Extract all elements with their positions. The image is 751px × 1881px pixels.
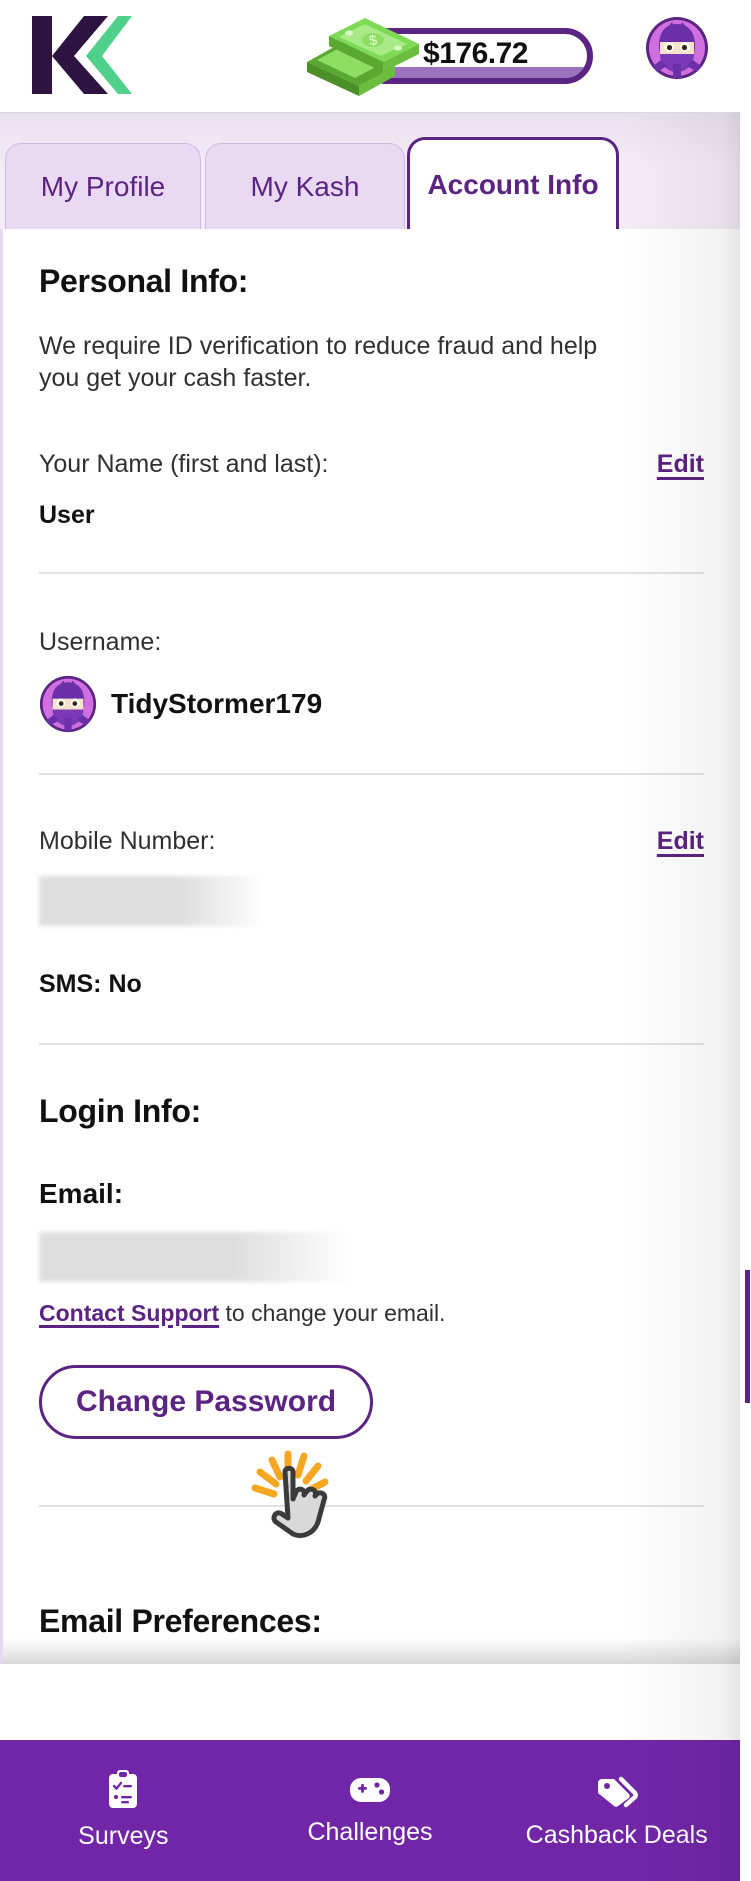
tab-my-kash[interactable]: My Kash (205, 143, 405, 229)
nav-item-challenges[interactable]: Challenges (247, 1774, 494, 1847)
edit-name-link[interactable]: Edit (657, 450, 704, 479)
avatar[interactable] (645, 16, 709, 80)
mobile-number-redacted-value (39, 876, 265, 926)
change-password-wrap: Change Password (39, 1365, 704, 1439)
tab-my-kash-label: My Kash (250, 170, 360, 202)
bottom-navigation: Surveys Challenges Cashback Deals (0, 1740, 740, 1881)
personal-info-heading: Personal Info: (39, 263, 249, 299)
ninja-avatar-icon (646, 17, 708, 79)
contact-support-link[interactable]: Contact Support (39, 1300, 219, 1326)
username-field-row: TidyStormer179 (39, 675, 704, 733)
tab-bar: My Profile My Kash Account Info (0, 113, 740, 229)
email-redacted-value (39, 1232, 351, 1282)
name-field-label: Your Name (first and last): (39, 450, 329, 478)
edit-mobile-link[interactable]: Edit (657, 827, 704, 856)
email-preferences-heading: Email Preferences: (39, 1603, 322, 1639)
scrollbar-thumb[interactable] (745, 1270, 750, 1403)
name-field-row: Your Name (first and last): Edit (39, 450, 704, 479)
nav-item-challenges-label: Challenges (307, 1818, 433, 1846)
kashkick-logo-icon (32, 16, 132, 94)
balance-display[interactable]: $176.72 $ (303, 16, 593, 96)
app-header: $176.72 $ (0, 0, 740, 113)
game-controller-icon (350, 1778, 390, 1802)
personal-info-section: Personal Info: We require ID verificatio… (3, 229, 740, 530)
cash-stack-icon: $ (307, 18, 419, 96)
price-tags-icon (597, 1776, 638, 1808)
email-field-label: Email: (39, 1178, 124, 1209)
name-field-value: User (39, 501, 95, 529)
nav-item-surveys-label: Surveys (78, 1822, 169, 1850)
mobile-field-label: Mobile Number: (39, 827, 216, 855)
username-section: Username: TidyStormer179 (3, 574, 740, 733)
nav-item-surveys[interactable]: Surveys (0, 1770, 247, 1851)
login-info-section: Login Info: Email: Contact Support to ch… (3, 1045, 740, 1439)
email-preferences-section: Email Preferences: (3, 1507, 740, 1640)
contact-support-rest: to change your email. (219, 1300, 446, 1326)
account-info-panel: Personal Info: We require ID verificatio… (0, 229, 740, 1664)
username-field-value: TidyStormer179 (111, 688, 323, 719)
mobile-field-row: Mobile Number: Edit (39, 827, 704, 856)
contact-support-line: Contact Support to change your email. (39, 1300, 704, 1327)
tab-my-profile-label: My Profile (40, 170, 166, 202)
login-info-heading: Login Info: (39, 1093, 201, 1129)
kashkick-logo[interactable] (26, 14, 136, 96)
change-password-button[interactable]: Change Password (39, 1365, 374, 1439)
personal-info-blurb: We require ID verification to reduce fra… (39, 332, 598, 392)
clipboard-checklist-icon (109, 1770, 138, 1808)
scrollbar-track[interactable] (745, 113, 751, 1881)
tab-account-info-label: Account Info (427, 168, 599, 200)
username-field-label: Username: (39, 628, 162, 656)
app-root: $176.72 $ My Profile My Kash Account Inf… (0, 0, 751, 1881)
balance-amount: $176.72 (423, 36, 528, 70)
mobile-section: Mobile Number: Edit SMS: No (3, 775, 740, 999)
username-avatar (39, 675, 97, 733)
ninja-avatar-icon (39, 675, 97, 733)
tab-my-profile[interactable]: My Profile (5, 143, 201, 229)
sms-status-text: SMS: No (39, 970, 142, 998)
nav-item-cashback-deals[interactable]: Cashback Deals (493, 1771, 740, 1850)
tab-account-info[interactable]: Account Info (407, 137, 619, 229)
nav-item-cashback-deals-label: Cashback Deals (525, 1821, 708, 1849)
